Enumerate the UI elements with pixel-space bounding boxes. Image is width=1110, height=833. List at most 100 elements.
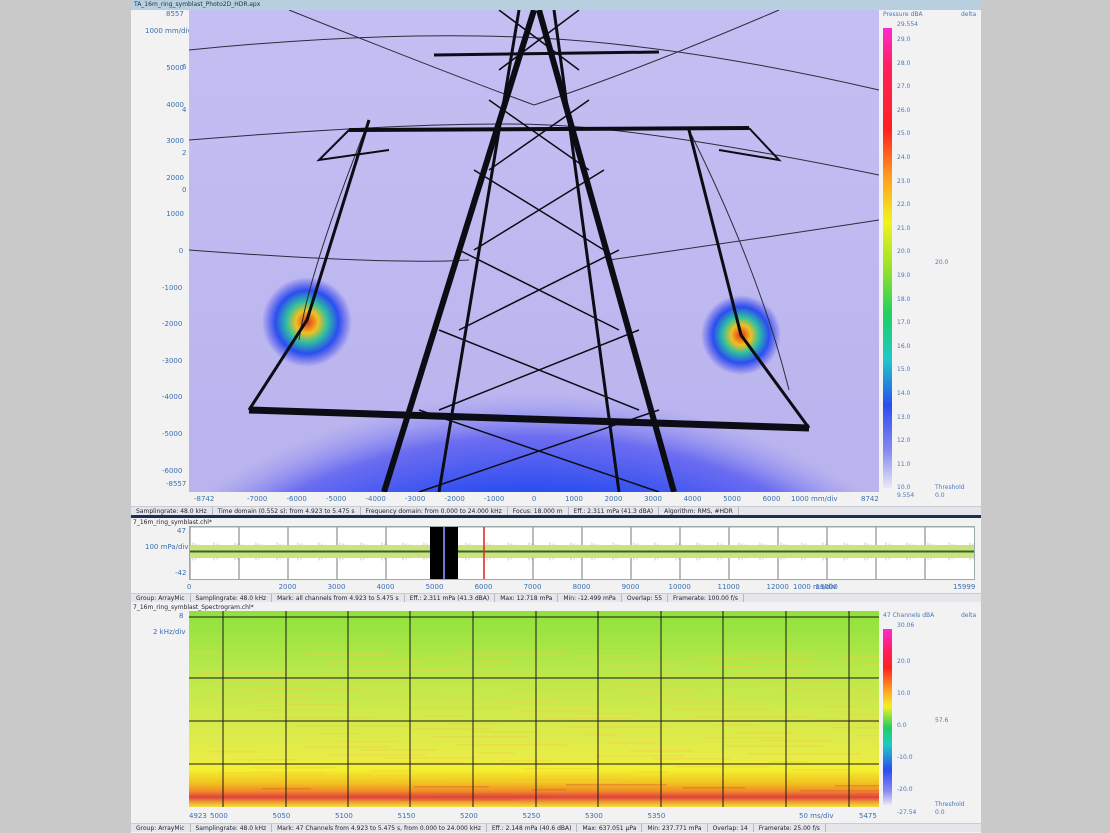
photo-colorbar-threshold-value: 0.0 (935, 492, 945, 499)
time-x-tick: 4000 (376, 583, 395, 591)
photo-colorbar-tick: 18.0 (897, 295, 911, 303)
spectro-y-tick: 2 (182, 149, 187, 157)
time-y-scale: 100 mPa/div (145, 543, 189, 551)
photo-y-tick: 2000 (166, 173, 185, 182)
spectro-x-tick: 5150 (397, 812, 416, 820)
photo-y-scale: 1000 mm/div (145, 27, 192, 35)
photo-colorbar-title: Pressure dBA (883, 11, 923, 18)
status-field: Eff.: 2.148 mPa (40.6 dBA) (487, 824, 578, 832)
time-x-end: 15999 (953, 583, 976, 591)
spectro-colorbar-threshold-label: Threshold (935, 801, 965, 808)
photo-x-left: -8742 (194, 495, 215, 503)
photo-colorbar-tick: 15.0 (897, 366, 911, 374)
spectro-x-scale: 50 ms/div (799, 812, 834, 820)
time-x-tick: 11000 (717, 583, 740, 591)
spectro-y-scale: 2 kHz/div (153, 628, 186, 636)
spectro-colorbar: 47 Channels dBA delta 30.06 20.0 10.0 0.0 -… (881, 611, 981, 816)
spectro-colorbar-tick: 20.0 (897, 658, 911, 665)
spectro-x-tick: 5000 (210, 812, 228, 820)
photo-colorbar-tick: 28.0 (897, 59, 911, 67)
photo-colorbar-tick: 13.0 (897, 413, 911, 421)
status-field: Mark: all channels from 4.923 to 5.475 s (272, 594, 405, 602)
photo-x-tick: -1000 (484, 495, 505, 503)
spectro-x-tick: 5300 (585, 812, 603, 820)
photo-y-tick: 0 (178, 247, 184, 255)
spectro-colorbar-min: -27.54 (897, 809, 917, 816)
status-field: Overlap: 14 (708, 824, 754, 832)
spectro-colorbar-tick: 0.0 (897, 722, 907, 729)
spectro-x-tick: 5200 (460, 812, 478, 820)
time-x-tick: 13000 (815, 583, 838, 591)
time-x-tick: 8000 (572, 583, 591, 591)
spectro-x-tick: 5100 (335, 812, 353, 820)
spectro-colorbar-delta: delta (961, 612, 977, 619)
photo-colorbar-tick: 22.0 (897, 201, 911, 209)
spectro-y-tick: 0 (182, 186, 187, 194)
photo-colorbar-tick: 12.0 (897, 437, 911, 445)
status-field: Min: -12.499 mPa (558, 594, 622, 602)
spectro-x-tick: 5050 (272, 812, 291, 820)
spectro-colorbar-title: 47 Channels dBA (883, 612, 935, 619)
time-x-tick: 12000 (766, 583, 789, 591)
photo-colorbar: Pressure dBA delta 29.554 29.0 28.0 27.0 26… (881, 10, 981, 499)
photo-colorbar-max: 29.554 (897, 21, 918, 28)
photo-colorbar-tick: 27.0 (897, 83, 911, 91)
acoustic-photo-map[interactable] (189, 10, 879, 492)
photo-colorbar-tick: 26.0 (897, 106, 911, 114)
photo-x-tick: -7000 (247, 495, 268, 503)
photo-colorbar-side-value: 20.0 (935, 259, 949, 266)
acoustic-photo-svg (189, 10, 879, 492)
photo-x-tick: 5000 (723, 495, 741, 503)
photo-y-tick: 1000 (166, 210, 185, 219)
photo-x-tick: -4000 (365, 495, 386, 503)
time-x-tick: 5000 (425, 583, 444, 591)
photo-colorbar-tick: 19.0 (897, 272, 911, 279)
spectro-x-tick: 5250 (522, 812, 541, 820)
spectro-colorbar-tick: 10.0 (897, 690, 911, 697)
time-x-tick: 0 (186, 583, 192, 591)
photo-x-tick: 1000 (565, 495, 583, 503)
photo-y-tick: -2000 (162, 320, 183, 329)
window-title: TA_16m_ring_symblast_Photo2D_HDR.apx (131, 0, 981, 10)
time-x-tick: 9000 (621, 583, 640, 591)
status-field: Overlap: 55 (622, 594, 669, 602)
status-bar-time: Group: ArrayMic Samplingrate: 48.0 kHz Mar… (131, 593, 981, 602)
status-field: Framerate: 25.00 f/s (754, 824, 826, 832)
spectro-colorbar-tick: -20.0 (897, 786, 913, 793)
status-field: Samplingrate: 48.0 kHz (191, 824, 273, 832)
photo-x-right: 8742 (861, 495, 879, 503)
status-bar-spectrogram: Group: ArrayMic Samplingrate: 48.0 kHz Mar… (131, 823, 981, 832)
photo-colorbar-gradient (883, 28, 892, 488)
photo-y-tick: -1000 (162, 283, 183, 292)
time-signal-plot[interactable] (189, 526, 975, 580)
time-y-bottom: -42 (175, 569, 187, 577)
photo-colorbar-min: 9.554 (897, 492, 915, 499)
spectro-colorbar-side-value: 57.6 (935, 717, 949, 724)
status-field: Mark: 47 Channels from 4.923 to 5.475 s,… (272, 824, 487, 832)
photo-colorbar-tick: 21.0 (897, 224, 911, 232)
spectro-colorbar-max: 30.06 (897, 622, 915, 629)
spectro-x-start: 4923 (189, 812, 207, 820)
photo-colorbar-tick: 24.0 (897, 154, 911, 161)
status-field: Samplingrate: 48.0 kHz (131, 507, 213, 515)
photo-colorbar-tick: 25.0 (897, 130, 911, 138)
time-x-tick: 7000 (523, 583, 542, 591)
photo-x-tick: -2000 (444, 495, 465, 503)
spectrogram-plot[interactable] (189, 611, 879, 807)
status-field: Framerate: 100.00 f/s (668, 594, 744, 602)
status-field: Max: 12.718 mPa (495, 594, 559, 602)
photo-x-tick: 4000 (683, 495, 702, 503)
status-field: Eff.: 2.311 mPa (41.3 dBA) (405, 594, 496, 602)
spectro-colorbar-gradient (883, 629, 892, 805)
photo-y-tick: -4000 (162, 393, 183, 402)
status-field: Group: ArrayMic (131, 594, 191, 602)
photo-colorbar-tick: 20.0 (897, 248, 911, 256)
status-field: Algorithm: RMS, #HDR (659, 507, 739, 515)
photo-x-scale: 1000 mm/div (791, 495, 838, 503)
photo-y-tick: 3000 (166, 137, 185, 146)
spectro-x-tick: 5350 (647, 812, 666, 820)
spectro-x-end: 5475 (859, 812, 877, 820)
status-field: Frequency domain: from 0.000 to 24.000 k… (361, 507, 508, 515)
photo-colorbar-tick: 16.0 (897, 342, 911, 350)
photo-x-tick: -5000 (326, 495, 347, 503)
